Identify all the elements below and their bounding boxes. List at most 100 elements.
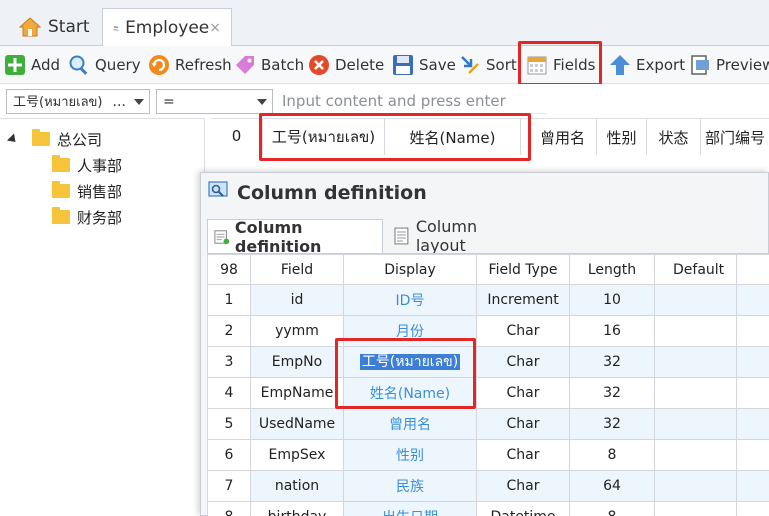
grid-column-header[interactable]: 部门编号 — [701, 119, 769, 155]
table-row[interactable]: 8birthday出生日期Datetime8 — [207, 501, 769, 516]
preview-icon — [691, 55, 709, 75]
length-cell[interactable]: 32 — [569, 346, 655, 378]
table-row[interactable]: 6 EmpSex 性别 Char 8 — [207, 439, 769, 471]
expander-icon[interactable] — [6, 132, 20, 146]
refresh-button[interactable]: Refresh — [148, 50, 232, 80]
length-cell[interactable]: 32 — [569, 408, 655, 440]
default-cell[interactable] — [654, 439, 737, 471]
length-cell[interactable]: 32 — [569, 377, 655, 409]
batch-button[interactable]: Batch — [234, 50, 304, 80]
field-type-cell[interactable]: Increment — [476, 284, 570, 316]
field-cell[interactable]: id — [250, 284, 344, 316]
search-icon — [69, 55, 88, 75]
save-button[interactable]: Save — [392, 50, 456, 80]
field-type-cell[interactable]: Char — [476, 439, 570, 471]
table-row[interactable]: 1 id ID号 Increment 10 — [207, 284, 769, 316]
tab-employee[interactable]: Employee × — [102, 8, 232, 46]
default-cell[interactable] — [654, 377, 737, 409]
preview-label: Preview — [716, 56, 769, 74]
default-cell[interactable] — [654, 284, 737, 316]
extra-cell — [736, 377, 769, 409]
column-header-field-type[interactable]: Field Type — [476, 254, 570, 285]
length-cell[interactable]: 16 — [569, 315, 655, 347]
display-cell[interactable]: 曾用名 — [343, 408, 477, 440]
operator-select[interactable]: = — [156, 89, 273, 114]
row-number: 6 — [207, 439, 251, 471]
length-cell[interactable]: 8 — [569, 439, 655, 471]
magnifier-window-icon — [208, 181, 228, 197]
grid-column-header[interactable]: 性别 — [597, 119, 647, 155]
grid-column-header[interactable]: 状态 — [647, 119, 701, 155]
preview-button[interactable]: Preview — [689, 50, 769, 80]
field-select-value: 工号(หมายเลข) — [13, 95, 103, 110]
display-cell[interactable]: 民族 — [343, 470, 477, 502]
display-cell[interactable]: 出生日期 — [343, 501, 477, 516]
row-number: 5 — [207, 408, 251, 440]
field-type-cell[interactable]: Char — [476, 346, 570, 378]
column-header-display[interactable]: Display — [343, 254, 477, 285]
field-cell[interactable]: nation — [250, 470, 344, 502]
field-type-cell[interactable]: Char — [476, 315, 570, 347]
field-type-cell[interactable]: Char — [476, 377, 570, 409]
tab-column-layout[interactable]: Column layout — [387, 217, 537, 255]
field-type-cell[interactable]: Datetime — [476, 501, 570, 516]
chevron-down-icon — [134, 99, 144, 105]
house-icon — [18, 17, 42, 37]
query-button[interactable]: Query — [68, 50, 141, 80]
tree-node-root[interactable]: 总公司 — [6, 127, 102, 151]
close-icon[interactable]: × — [209, 20, 221, 36]
tree-node-child[interactable]: 财务部 — [52, 205, 122, 229]
plus-icon — [5, 55, 25, 75]
field-select[interactable]: 工号(หมายเลข) ... — [6, 89, 150, 114]
grid-column-header[interactable]: 曾用名 — [529, 119, 597, 155]
length-cell[interactable]: 64 — [569, 470, 655, 502]
tree-node-child[interactable]: 销售部 — [52, 179, 122, 203]
tab-start[interactable]: Start — [8, 8, 100, 46]
delete-button[interactable]: Delete — [308, 50, 384, 80]
field-type-cell[interactable]: Char — [476, 408, 570, 440]
add-button[interactable]: Add — [4, 50, 60, 80]
sort-button[interactable]: Sort — [459, 50, 517, 80]
employee-icon — [113, 25, 119, 31]
column-header-default[interactable]: Default — [654, 254, 737, 285]
field-cell[interactable]: EmpName — [250, 377, 344, 409]
field-cell[interactable]: yymm — [250, 315, 344, 347]
default-cell[interactable] — [654, 501, 737, 516]
field-cell[interactable]: birthday — [250, 501, 344, 516]
length-cell[interactable]: 8 — [569, 501, 655, 516]
display-cell[interactable]: ID号 — [343, 284, 477, 316]
display-cell[interactable]: 性别 — [343, 439, 477, 471]
table-row[interactable]: 2 yymm 月份 Char 16 — [207, 315, 769, 347]
columns-highlight — [259, 113, 531, 161]
export-button[interactable]: Export — [609, 50, 685, 80]
tab-column-definition[interactable]: Column definition — [207, 218, 383, 256]
row-number: 2 — [207, 315, 251, 347]
column-header-length[interactable]: Length — [569, 254, 655, 285]
tree-node-label: 人事部 — [77, 156, 123, 175]
extra-cell — [736, 470, 769, 502]
field-type-cell[interactable]: Char — [476, 470, 570, 502]
default-cell[interactable] — [654, 470, 737, 502]
extra-cell — [736, 284, 769, 316]
table-row[interactable]: 4 EmpName 姓名(Name) Char 32 — [207, 377, 769, 409]
operator-select-value: = — [163, 93, 175, 110]
table-row[interactable]: 3 EmpNo 工号(หมายเลข) Char 32 — [207, 346, 769, 378]
field-cell[interactable]: EmpSex — [250, 439, 344, 471]
table-row[interactable]: 5 UsedName 曾用名 Char 32 — [207, 408, 769, 440]
export-label: Export — [636, 56, 686, 74]
table-row[interactable]: 7 nation 民族 Char 64 — [207, 470, 769, 502]
search-input[interactable] — [278, 89, 546, 114]
tag-icon — [236, 56, 254, 74]
field-cell[interactable]: EmpNo — [250, 346, 344, 378]
document-icon — [394, 227, 409, 245]
default-cell[interactable] — [654, 408, 737, 440]
field-cell[interactable]: UsedName — [250, 408, 344, 440]
arrow-up-icon — [610, 55, 630, 75]
tree-node-child[interactable]: 人事部 — [52, 153, 122, 177]
default-cell[interactable] — [654, 315, 737, 347]
length-cell[interactable]: 10 — [569, 284, 655, 316]
row-number: 7 — [207, 470, 251, 502]
column-header-field[interactable]: Field — [250, 254, 344, 285]
default-cell[interactable] — [654, 346, 737, 378]
refresh-icon — [149, 55, 169, 75]
